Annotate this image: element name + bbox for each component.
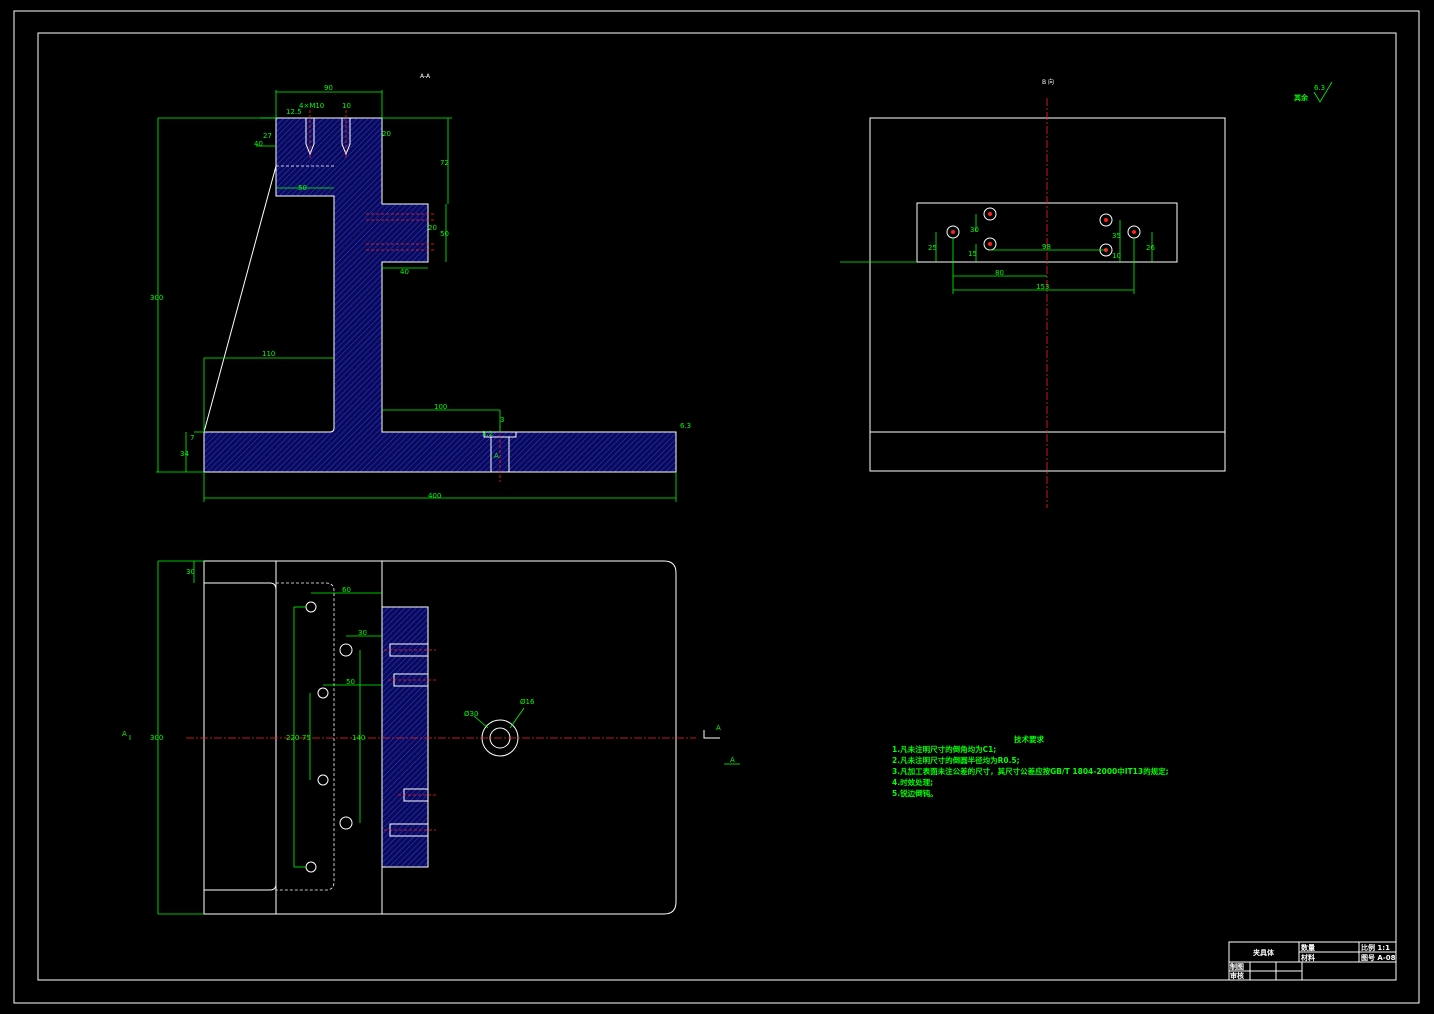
title-block: 夹具体 数量 材料 比例 1:1 图号 A-08 制图 审核 [1228, 941, 1397, 981]
tb-material-value: 材料 [1300, 953, 1315, 962]
dim-b-10: 10 [1112, 252, 1121, 260]
roughness-other-label: 其余 [1294, 93, 1309, 102]
dim-top-50: 50 [346, 678, 355, 686]
dim-top-a: 27 [263, 132, 272, 140]
dim-dia-inner: Ø16 [520, 698, 535, 706]
tb-part-name: 夹具体 [1253, 948, 1275, 957]
dim-step-3: 3 [500, 416, 504, 424]
dim-top-75: 75 [302, 734, 311, 742]
dim-b-26: 26 [1146, 244, 1155, 252]
tech-req-item-5: 5.锐边倒钝。 [892, 788, 938, 798]
tb-checked-by: 审核 [1230, 971, 1244, 980]
roughness-2: 6.3 [680, 422, 691, 430]
top-view: A A A 300 30 60 30 50 220 75 140 Ø30 Ø16 [122, 560, 740, 915]
inner-frame [37, 32, 1397, 981]
dim-top-c: 20 [382, 130, 391, 138]
svg-text:A: A [122, 730, 127, 738]
tech-req-item-3: 3.凡加工表面未注公差的尺寸，其尺寸公差应按GB/T 1804-2000中IT1… [892, 766, 1169, 776]
dim-b-80: 80 [995, 269, 1004, 277]
tb-material-label: 数量 [1301, 943, 1315, 952]
dim-top-140: 140 [352, 734, 365, 742]
tech-req-title: 技术要求 [1014, 734, 1044, 744]
dim-inner-110: 110 [262, 350, 275, 358]
view-b: B 向 25 30 15 98 80 153 35 10 26 [840, 78, 1226, 508]
section-aa-label: A-A [420, 73, 431, 80]
dim-b-153: 153 [1036, 283, 1049, 291]
rib-line [203, 165, 277, 433]
dim-boss-b: 50 [440, 230, 449, 238]
roughness-3: 3.2 [482, 430, 493, 438]
view-b-label: B 向 [1042, 78, 1054, 86]
view-b-outline [869, 117, 1226, 472]
top-outline [203, 560, 677, 915]
tech-req-item-1: 1.凡未注明尺寸的倒角均为C1; [892, 744, 996, 754]
dim-step-100: 100 [434, 403, 447, 411]
dim-overall-w: 400 [428, 492, 441, 500]
dim-b-15: 15 [968, 250, 977, 258]
dim-b-35: 35 [1112, 232, 1121, 240]
roughness-1: 12.5 [286, 108, 302, 116]
tb-scale: 比例 1:1 [1361, 943, 1390, 952]
dim-overall-h: 300 [150, 294, 163, 302]
dim-top-60: 60 [342, 586, 351, 594]
outer-frame [13, 10, 1420, 1004]
tech-req-item-4: 4.时效处理; [892, 777, 933, 787]
dim-boss-w: 40 [400, 268, 409, 276]
tech-requirements: 技术要求 1.凡未注明尺寸的倒角均为C1; 2.凡未注明尺寸的倒圆半径均为R0.… [892, 734, 1169, 798]
dim-right-upper: 72 [440, 159, 449, 167]
cad-drawing-canvas: A-A 90 4×M10 10 12.5 27 40 20 72 50 20 5… [13, 10, 1420, 1004]
dim-top-220: 220 [286, 734, 299, 742]
dim-hole-gap: 10 [342, 102, 351, 110]
dim-inner-width: 50 [298, 184, 307, 192]
dim-base-7: 7 [190, 434, 194, 442]
dim-hole-spec: 4×M10 [299, 102, 324, 110]
dim-b-25: 25 [928, 244, 937, 252]
tb-drawing-no: 图号 A-08 [1361, 953, 1396, 962]
dim-top-30: 30 [186, 568, 195, 576]
dim-b-98: 98 [1042, 243, 1051, 251]
dim-top-width: 90 [324, 84, 333, 92]
dim-top-30b: 30 [358, 629, 367, 637]
dim-base-34: 34 [180, 450, 189, 458]
roughness-4: 6.3 [1314, 84, 1325, 92]
section-a-a-view: A-A 90 4×M10 10 12.5 27 40 20 72 50 20 5… [150, 73, 691, 502]
tb-drawn-by: 制图 [1230, 962, 1244, 971]
dim-boss-a: 20 [428, 224, 437, 232]
boss-section [381, 606, 429, 868]
dim-top-300: 300 [150, 734, 163, 742]
dim-top-b: 40 [254, 140, 263, 148]
section-marker-a: A [494, 452, 499, 460]
tech-req-item-2: 2.凡未注明尺寸的倒圆半径均为R0.5; [892, 755, 1020, 765]
svg-text:A: A [730, 756, 735, 764]
svg-text:A: A [716, 724, 721, 732]
dim-dia-outer: Ø30 [464, 710, 478, 718]
dim-b-30: 30 [970, 226, 979, 234]
